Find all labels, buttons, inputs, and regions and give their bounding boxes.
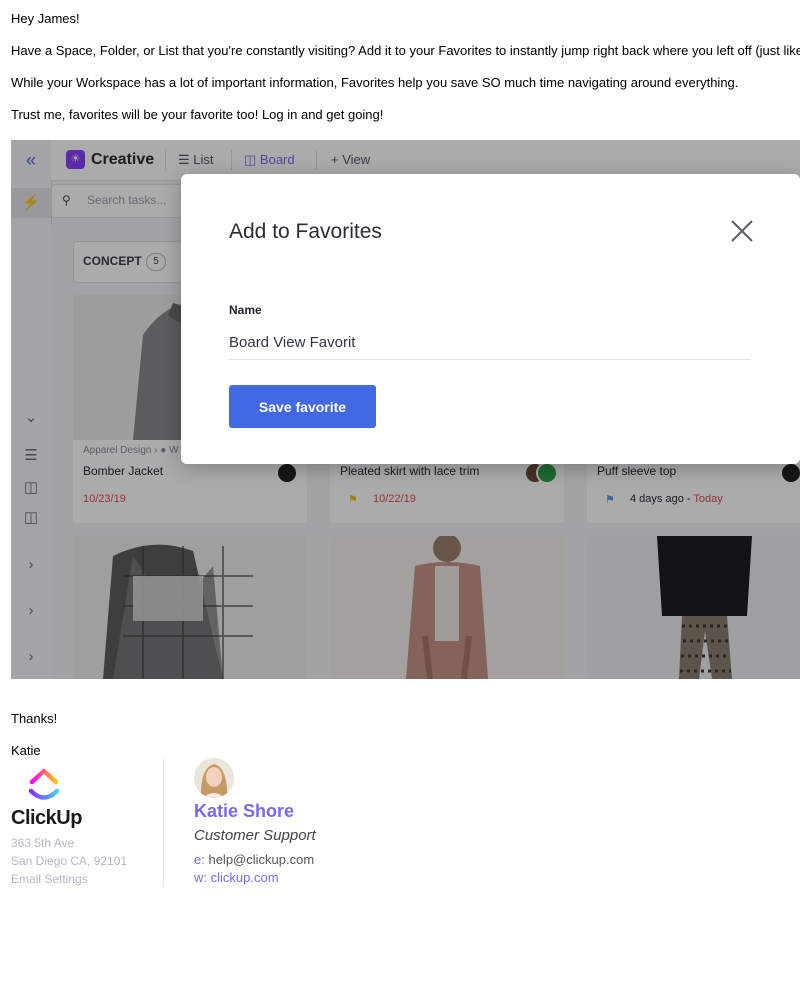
brand-name: ClickUp (11, 807, 82, 829)
app-screenshot: « ⚡ ⌄ ☰ ◫ ◫ › › › ☀ Creative ☰ List ◫ Bo… (11, 140, 800, 679)
web-prefix: w: (194, 870, 207, 885)
signature-divider (163, 759, 164, 887)
avatar (194, 758, 234, 798)
save-favorite-button[interactable]: Save favorite (229, 385, 376, 428)
dialog-title: Add to Favorites (229, 220, 382, 243)
name-input[interactable] (229, 325, 751, 360)
address-line-2: San Diego CA, 92101 (11, 854, 128, 868)
contact-website: w: clickup.com (194, 870, 279, 885)
email-prefix: e: (194, 852, 205, 867)
close-icon[interactable] (729, 218, 755, 244)
greeting: Hey James! (11, 11, 80, 26)
website-link[interactable]: clickup.com (211, 870, 279, 885)
body-paragraph: While your Workspace has a lot of import… (11, 75, 739, 90)
sender-name: Katie Shore (194, 801, 295, 821)
clickup-logo-icon (28, 768, 60, 800)
name-field-label: Name (229, 303, 262, 317)
address-line-1: 363 5th Ave (11, 836, 75, 850)
signoff-text: Katie (11, 743, 41, 758)
sender-role: Customer Support (194, 827, 316, 844)
support-email-link[interactable]: help@clickup.com (208, 852, 314, 867)
thanks-text: Thanks! (11, 711, 58, 726)
call-to-action-paragraph: Trust me, favorites will be your favorit… (11, 107, 384, 122)
intro-paragraph: Have a Space, Folder, or List that you'r… (11, 43, 800, 58)
add-to-favorites-dialog: Add to Favorites Name Save favorite (181, 174, 800, 464)
email-settings-link[interactable]: Email Settings (11, 872, 88, 886)
contact-email: e: help@clickup.com (194, 852, 314, 867)
